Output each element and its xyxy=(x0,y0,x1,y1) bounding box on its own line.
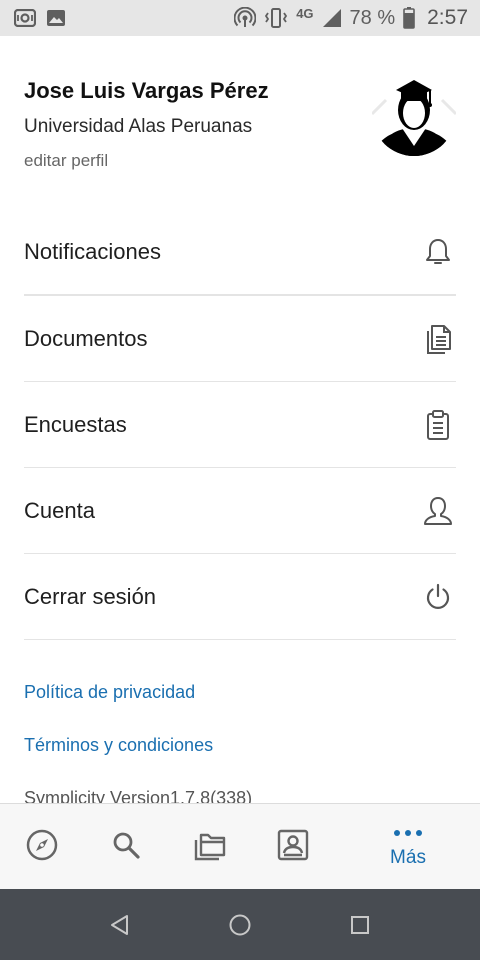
menu-item-account[interactable]: Cuenta xyxy=(24,468,456,554)
menu-item-label: Cuenta xyxy=(24,497,95,523)
power-icon xyxy=(422,581,454,613)
vibrate-icon xyxy=(264,7,288,29)
profile-name: Jose Luis Vargas Pérez xyxy=(24,78,269,103)
network-type: 4G xyxy=(296,5,314,21)
screenshot-icon xyxy=(14,9,36,27)
settings-menu: Notificaciones Documentos Encuestas Cuen… xyxy=(24,210,456,640)
menu-item-notifications[interactable]: Notificaciones xyxy=(24,210,456,296)
version-text: Symplicity Version1.7.8(338) xyxy=(24,788,253,804)
status-right: 4G 78 % 2:57 xyxy=(234,6,468,30)
nav-explore[interactable] xyxy=(20,804,64,890)
edit-profile-link[interactable]: editar perfil xyxy=(24,151,108,171)
menu-item-label: Documentos xyxy=(24,325,148,351)
hotspot-icon xyxy=(234,7,257,29)
clock: 2:57 xyxy=(427,6,468,29)
profile-university: Universidad Alas Peruanas xyxy=(24,116,253,137)
battery-percent: 78 % xyxy=(349,6,396,29)
clipboard-icon xyxy=(422,409,454,441)
nav-more-label: Más xyxy=(390,847,426,868)
nav-documents[interactable] xyxy=(188,804,232,890)
signal-icon xyxy=(322,8,342,28)
menu-item-logout[interactable]: Cerrar sesión xyxy=(24,554,456,640)
graduate-avatar-icon[interactable] xyxy=(372,72,456,156)
terms-link[interactable]: Términos y condiciones xyxy=(24,735,213,756)
documents-icon xyxy=(422,323,454,355)
android-navigation-bar xyxy=(0,889,480,960)
contact-card-icon xyxy=(276,828,310,867)
nav-contacts[interactable] xyxy=(271,804,315,890)
menu-item-label: Notificaciones xyxy=(24,239,161,264)
menu-item-label: Encuestas xyxy=(24,411,127,437)
home-icon[interactable] xyxy=(226,911,254,939)
image-icon xyxy=(46,9,66,27)
nav-search[interactable] xyxy=(104,804,148,890)
menu-item-label: Cerrar sesión xyxy=(24,583,157,609)
menu-item-documents[interactable]: Documentos xyxy=(24,296,456,382)
privacy-policy-link[interactable]: Política de privacidad xyxy=(24,682,195,703)
user-icon xyxy=(422,495,454,527)
status-bar: 4G 78 % 2:57 xyxy=(0,0,480,36)
compass-icon xyxy=(25,828,59,867)
bell-icon xyxy=(422,236,454,268)
recents-icon[interactable] xyxy=(346,911,374,939)
battery-icon xyxy=(403,7,415,29)
search-icon xyxy=(111,830,141,865)
nav-more[interactable]: Más xyxy=(380,804,436,890)
back-icon[interactable] xyxy=(106,911,134,939)
status-left xyxy=(14,9,66,27)
bottom-navigation: Más xyxy=(0,803,480,889)
profile-section: Jose Luis Vargas Pérez Universidad Alas … xyxy=(24,72,456,182)
menu-item-surveys[interactable]: Encuestas xyxy=(24,382,456,468)
folders-icon xyxy=(193,829,227,866)
more-dots-icon xyxy=(393,825,423,843)
